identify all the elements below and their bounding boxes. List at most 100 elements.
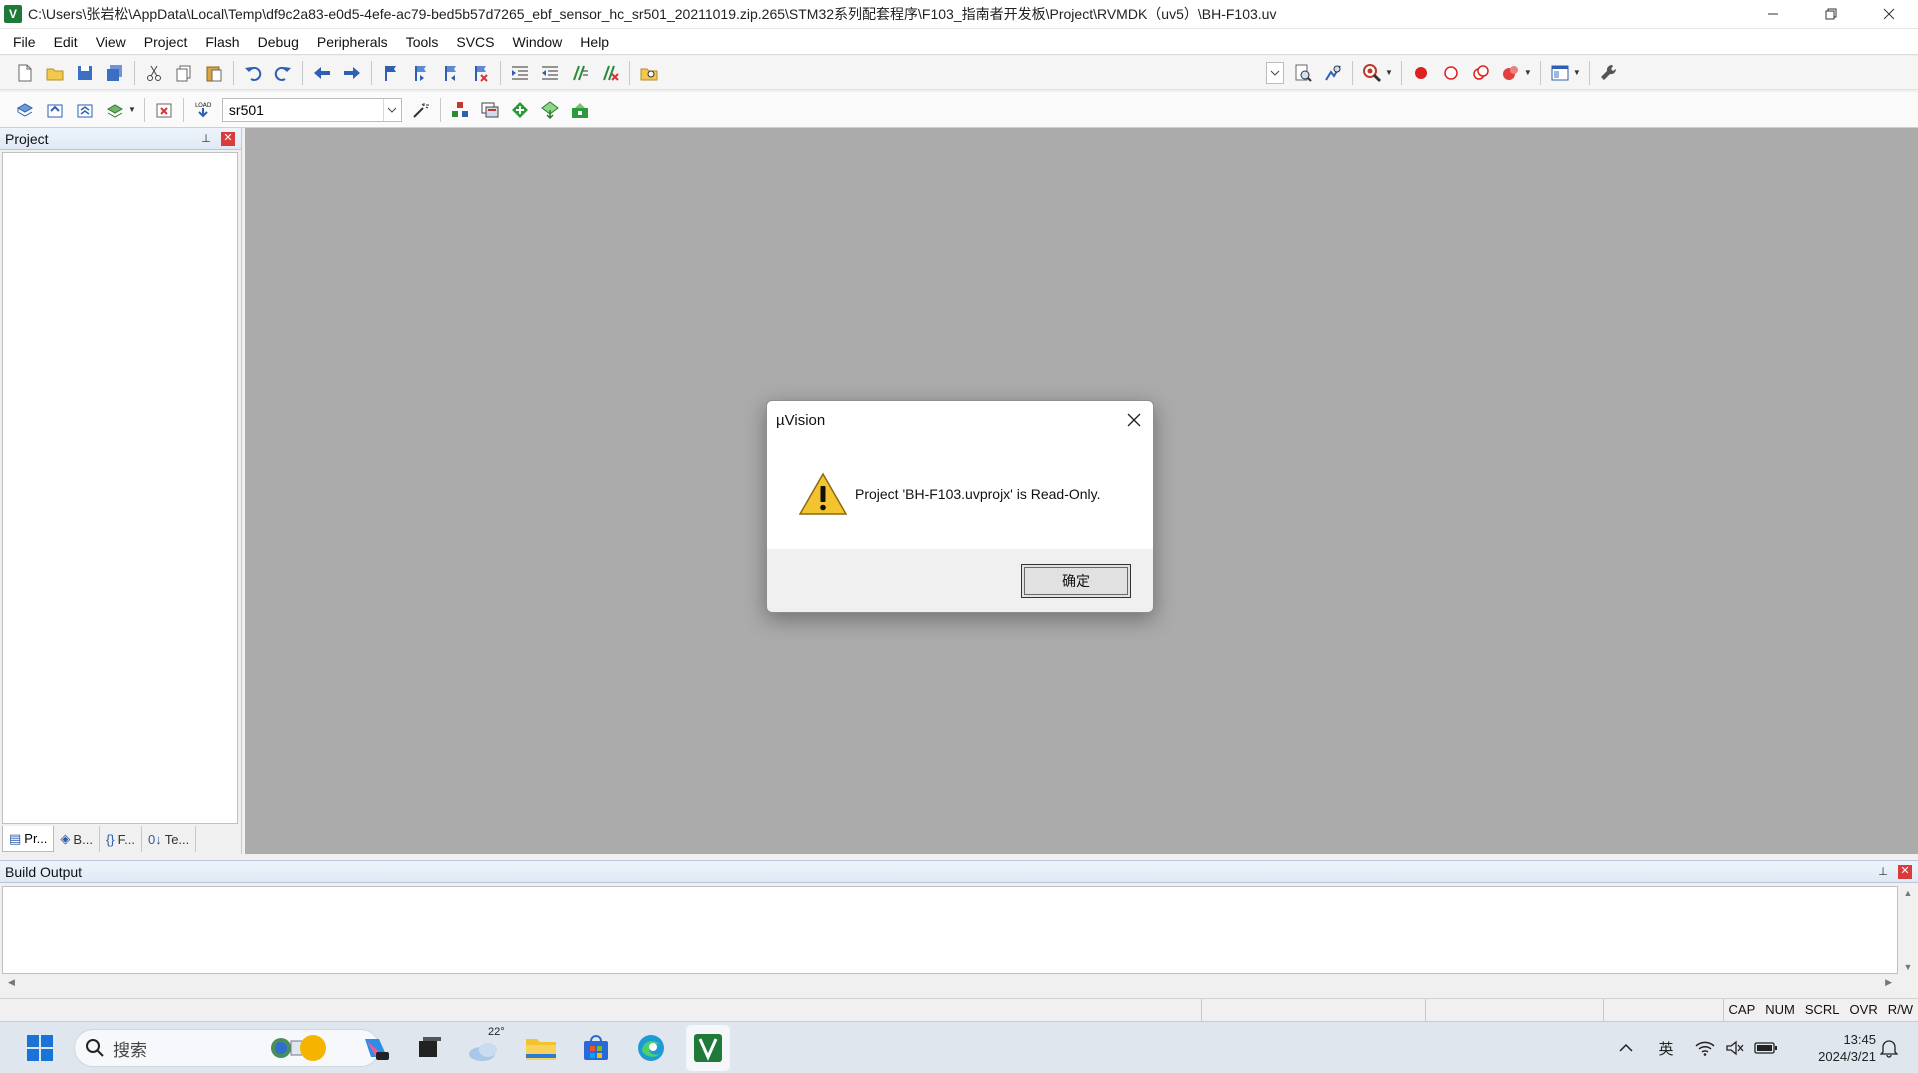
cut-button[interactable] bbox=[141, 60, 167, 86]
incremental-find-button[interactable] bbox=[1320, 60, 1346, 86]
menu-debug[interactable]: Debug bbox=[249, 29, 308, 55]
vertical-scrollbar[interactable]: ▲ ▼ bbox=[1900, 886, 1916, 974]
navigate-back-button[interactable] bbox=[309, 60, 335, 86]
restore-button[interactable] bbox=[1802, 0, 1860, 29]
insert-breakpoint-button[interactable] bbox=[1408, 60, 1434, 86]
menu-help[interactable]: Help bbox=[571, 29, 618, 55]
batch-build-button[interactable] bbox=[102, 97, 128, 123]
indent-button[interactable] bbox=[507, 60, 533, 86]
clear-bookmarks-button[interactable] bbox=[468, 60, 494, 86]
select-packs-button[interactable] bbox=[507, 97, 533, 123]
search-placeholder: 搜索 bbox=[113, 1040, 147, 1060]
ok-button[interactable]: 确定 bbox=[1021, 563, 1131, 598]
new-file-button[interactable] bbox=[12, 60, 38, 86]
chevron-down-icon[interactable] bbox=[1266, 61, 1284, 84]
navigate-forward-button[interactable] bbox=[339, 60, 365, 86]
task-view-app[interactable] bbox=[410, 1022, 450, 1073]
edge-browser-app[interactable] bbox=[631, 1022, 671, 1073]
file-toolbar: ▼ ▼ ▼ bbox=[0, 56, 1918, 90]
build-button[interactable] bbox=[42, 97, 68, 123]
battery-status[interactable] bbox=[1752, 1022, 1780, 1073]
menu-view[interactable]: View bbox=[87, 29, 135, 55]
keil-uvision-app[interactable] bbox=[686, 1025, 730, 1071]
copy-button[interactable] bbox=[171, 60, 197, 86]
menu-window[interactable]: Window bbox=[504, 29, 572, 55]
tray-overflow-button[interactable] bbox=[1614, 1022, 1638, 1073]
menu-file[interactable]: File bbox=[4, 29, 45, 55]
pack-installer-button[interactable] bbox=[537, 97, 563, 123]
caret-down-icon[interactable]: ▼ bbox=[128, 105, 136, 114]
find-button[interactable] bbox=[1290, 60, 1316, 86]
redo-button[interactable] bbox=[270, 60, 296, 86]
target-options-button[interactable] bbox=[408, 97, 434, 123]
comment-button[interactable] bbox=[567, 60, 593, 86]
previous-bookmark-button[interactable] bbox=[408, 60, 434, 86]
save-all-button[interactable] bbox=[102, 60, 128, 86]
tab-project[interactable]: ▤ Pr... bbox=[2, 826, 55, 852]
close-window-button[interactable] bbox=[1860, 0, 1918, 29]
tab-templates[interactable]: 0↓ Te... bbox=[142, 826, 197, 852]
start-button[interactable] bbox=[22, 1022, 58, 1073]
pin-icon[interactable]: ⊥ bbox=[1876, 865, 1890, 879]
insert-bookmark-button[interactable] bbox=[378, 60, 404, 86]
caret-down-icon[interactable]: ▼ bbox=[1573, 68, 1581, 77]
taskbar-clock[interactable]: 13:45 2024/3/21 bbox=[1792, 1022, 1876, 1073]
books-tab-icon: ◈ bbox=[60, 831, 71, 846]
input-method-indicator[interactable]: 英 bbox=[1652, 1022, 1680, 1073]
file-explorer-app[interactable] bbox=[521, 1022, 561, 1073]
caret-down-icon[interactable]: ▼ bbox=[1524, 68, 1532, 77]
kill-breakpoints-button[interactable] bbox=[1498, 60, 1524, 86]
close-pane-button[interactable]: ✕ bbox=[221, 131, 235, 146]
store-app[interactable] bbox=[576, 1022, 616, 1073]
window-layout-button[interactable] bbox=[1547, 60, 1573, 86]
uncomment-button[interactable] bbox=[597, 60, 623, 86]
chevron-down-icon[interactable] bbox=[382, 98, 401, 121]
find-in-files-button[interactable] bbox=[636, 60, 662, 86]
run-time-environment-button[interactable] bbox=[477, 97, 503, 123]
scroll-down-icon[interactable]: ▼ bbox=[1904, 962, 1913, 972]
dialog-close-button[interactable] bbox=[1115, 401, 1153, 439]
disable-breakpoint-button[interactable] bbox=[1438, 60, 1464, 86]
caret-down-icon[interactable]: ▼ bbox=[1385, 68, 1393, 77]
notifications-button[interactable] bbox=[1874, 1022, 1904, 1073]
scroll-right-icon[interactable]: ▶ bbox=[1885, 977, 1892, 988]
wifi-status[interactable] bbox=[1692, 1022, 1718, 1073]
scroll-left-icon[interactable]: ◀ bbox=[8, 977, 15, 988]
volume-status[interactable] bbox=[1722, 1022, 1748, 1073]
copilot-app[interactable] bbox=[356, 1022, 396, 1073]
disable-all-breakpoints-button[interactable] bbox=[1468, 60, 1494, 86]
weather-widget[interactable]: 22° bbox=[466, 1022, 506, 1073]
menu-tools[interactable]: Tools bbox=[397, 29, 448, 55]
build-output-text[interactable] bbox=[2, 886, 1898, 974]
stop-build-button[interactable] bbox=[151, 97, 177, 123]
menu-svcs[interactable]: SVCS bbox=[447, 29, 503, 55]
menu-project[interactable]: Project bbox=[135, 29, 197, 55]
open-file-button[interactable] bbox=[42, 60, 68, 86]
software-packs-button[interactable] bbox=[567, 97, 593, 123]
rebuild-button[interactable] bbox=[72, 97, 98, 123]
horizontal-scrollbar[interactable]: ◀ ▶ bbox=[2, 974, 1898, 990]
debug-session-button[interactable] bbox=[1359, 60, 1385, 86]
close-build-output-button[interactable]: ✕ bbox=[1898, 864, 1912, 879]
taskbar-search[interactable]: 搜索 bbox=[74, 1029, 380, 1067]
download-load-button[interactable]: LOAD bbox=[190, 97, 216, 123]
paste-button[interactable] bbox=[201, 60, 227, 86]
unindent-button[interactable] bbox=[537, 60, 563, 86]
menu-peripherals[interactable]: Peripherals bbox=[308, 29, 397, 55]
pin-icon[interactable]: ⊥ bbox=[199, 132, 213, 146]
target-select[interactable]: sr501 bbox=[221, 97, 402, 122]
project-tree[interactable] bbox=[2, 152, 238, 824]
next-bookmark-button[interactable] bbox=[438, 60, 464, 86]
find-combo[interactable] bbox=[664, 61, 1284, 85]
minimize-button[interactable] bbox=[1744, 0, 1802, 29]
translate-button[interactable] bbox=[12, 97, 38, 123]
tab-functions[interactable]: {} F... bbox=[100, 826, 142, 852]
menu-edit[interactable]: Edit bbox=[45, 29, 87, 55]
manage-project-items-button[interactable] bbox=[447, 97, 473, 123]
scroll-up-icon[interactable]: ▲ bbox=[1904, 888, 1913, 898]
menu-flash[interactable]: Flash bbox=[196, 29, 248, 55]
configure-button[interactable] bbox=[1596, 60, 1622, 86]
tab-books[interactable]: ◈ B... bbox=[54, 826, 100, 852]
save-button[interactable] bbox=[72, 60, 98, 86]
undo-button[interactable] bbox=[240, 60, 266, 86]
